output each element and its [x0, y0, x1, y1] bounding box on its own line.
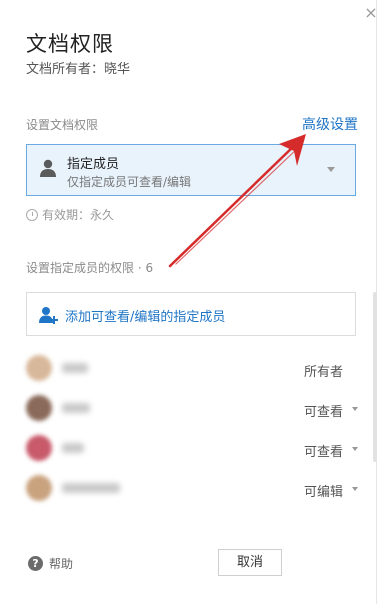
scrollbar[interactable] [373, 292, 377, 462]
add-member-label: 添加可查看/编辑的指定成员 [65, 310, 226, 325]
person-icon [40, 159, 56, 177]
avatar [26, 435, 52, 461]
permission-dialog: × 文档权限 文档所有者：晓华 设置文档权限 高级设置 指定成员 仅指定成员可查… [0, 0, 380, 604]
member-name [62, 363, 88, 373]
member-row: 所有者 [26, 352, 356, 386]
member-row: 可编辑 [26, 472, 358, 506]
chevron-down-icon [352, 447, 358, 451]
member-row: 可查看 [26, 392, 358, 426]
member-role: 所有者 [304, 365, 344, 380]
members-section-label: 设置指定成员的权限 · 6 [26, 261, 154, 275]
help-icon: ? [28, 556, 43, 571]
avatar [26, 395, 52, 421]
member-role-dropdown[interactable]: 可编辑 [304, 481, 343, 500]
member-role-dropdown[interactable]: 可查看 [304, 401, 343, 420]
permission-section-label: 设置文档权限 [26, 118, 99, 132]
help-link[interactable]: ? 帮助 [28, 555, 73, 572]
add-user-icon [39, 307, 58, 324]
validity-info: 有效期：永久 [26, 206, 114, 223]
chevron-down-icon [352, 407, 358, 411]
avatar [26, 355, 52, 381]
cancel-button[interactable]: 取消 [218, 549, 282, 576]
chevron-down-icon [327, 167, 335, 172]
owner-label: 文档所有者： [26, 62, 105, 77]
member-name [62, 403, 90, 413]
member-row: 可查看 [26, 432, 358, 466]
add-member-button[interactable]: 添加可查看/编辑的指定成员 [26, 292, 356, 336]
permission-select-main-label: 指定成员 [67, 157, 120, 172]
member-name [62, 483, 120, 493]
member-role-dropdown[interactable]: 可查看 [304, 441, 343, 460]
validity-label: 有效期：永久 [42, 208, 115, 222]
member-name [62, 443, 84, 453]
owner-line: 文档所有者：晓华 [26, 58, 130, 77]
permission-select[interactable]: 指定成员 仅指定成员可查看/编辑 [26, 144, 356, 196]
avatar [26, 475, 52, 501]
permission-select-sub-label: 仅指定成员可查看/编辑 [67, 175, 192, 189]
help-label: 帮助 [49, 557, 74, 571]
clock-icon [26, 208, 38, 221]
chevron-down-icon [352, 487, 358, 491]
close-icon[interactable]: × [362, 4, 380, 22]
owner-name: 晓华 [104, 62, 131, 77]
dialog-title: 文档权限 [26, 32, 114, 56]
advanced-settings-link[interactable]: 高级设置 [302, 114, 358, 134]
